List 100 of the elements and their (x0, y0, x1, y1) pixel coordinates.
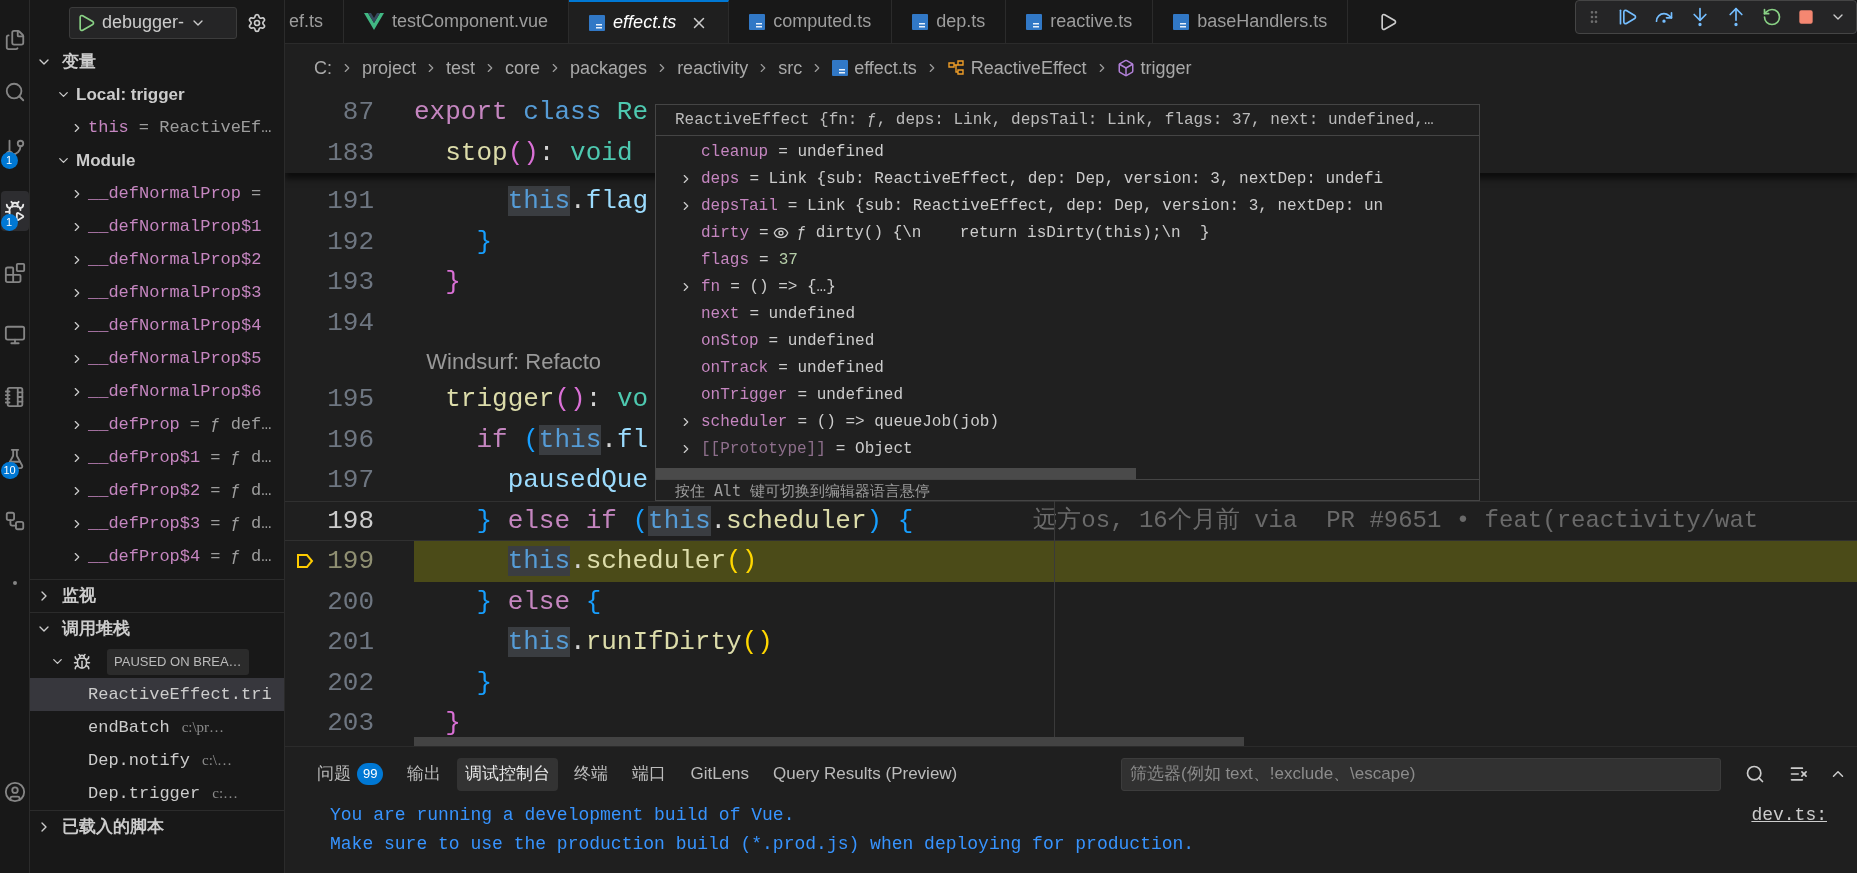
breadcrumb-item[interactable]: reactivity (677, 54, 749, 82)
stack-frame[interactable]: Dep.notify c:\… (30, 744, 284, 777)
count-badge: 1 (0, 214, 18, 231)
file-type-icon (1173, 13, 1190, 30)
variable-name: __defProp$1 (88, 446, 201, 469)
breadcrumb-item[interactable]: test (446, 54, 476, 82)
launch-config-label: debugger- (102, 11, 185, 34)
hover-property-row[interactable]: onTrigger = undefined (656, 381, 1479, 408)
panel-tab[interactable]: 输出 (399, 757, 450, 791)
variable-row[interactable]: __defNormalProp$2 (30, 243, 284, 276)
code-line: this.scheduler() (506, 545, 758, 579)
activity-item[interactable]: 10 (0, 439, 29, 479)
scope-row[interactable]: Module (30, 144, 284, 177)
breadcrumb-item[interactable]: packages (570, 54, 648, 82)
variable-row[interactable]: __defNormalProp$5 (30, 342, 284, 375)
property-value: = Link {sub: ReactiveEffect, dep: Dep, version: 3, nextDep: undefi (749, 168, 1384, 190)
hover-scrollbar[interactable] (656, 468, 1136, 479)
section-header[interactable]: 变量 (30, 45, 284, 78)
editor-tab[interactable]: dep.ts (892, 0, 1007, 43)
hover-property-row[interactable]: deps = Link {sub: ReactiveEffect, dep: Dep, version: 3, nextDep: undefi (656, 165, 1479, 192)
breadcrumb-item[interactable]: C: (314, 54, 332, 82)
variable-row[interactable]: __defProp$1 = ƒ d… (30, 441, 284, 474)
scope-row[interactable]: Local: trigger (30, 78, 284, 111)
property-value: = undefined (749, 303, 856, 325)
variable-row[interactable]: __defNormalProp = (30, 177, 284, 210)
variable-row[interactable]: __defProp$3 = ƒ d… (30, 507, 284, 540)
files-icon (3, 29, 26, 51)
launch-config-dropdown[interactable]: debugger- (69, 6, 237, 39)
frame-path: c:\… (202, 751, 233, 771)
step-out-icon[interactable] (1726, 7, 1746, 27)
hover-property-row[interactable]: onStop = undefined (656, 327, 1479, 354)
line-number: 199 (327, 545, 374, 579)
panel-tab[interactable]: 端口 (624, 757, 675, 791)
horizontal-scrollbar[interactable] (414, 737, 1244, 746)
breadcrumb-item[interactable]: trigger (1116, 54, 1192, 82)
breadcrumb-item[interactable]: effect.ts (832, 54, 917, 82)
editor-tab[interactable]: reactive.ts (1006, 0, 1154, 43)
hover-property-row[interactable]: cleanup = undefined (656, 138, 1479, 165)
thread-row[interactable]: PAUSED ON BREA… (30, 645, 284, 678)
panel-tab[interactable]: 终端 (566, 757, 617, 791)
settings-icon[interactable] (247, 12, 267, 33)
frame-name: Dep.notify (88, 749, 191, 772)
variable-row[interactable]: this = ReactiveEf… (30, 111, 284, 144)
hover-property-row[interactable]: next = undefined (656, 300, 1479, 327)
editor-tab[interactable]: effect.ts (569, 0, 730, 43)
panel-tab[interactable]: GitLens (682, 757, 758, 791)
section-header[interactable]: 监视 (30, 579, 284, 612)
line-number: 183 (327, 136, 374, 170)
hover-property-row[interactable]: flags = 37 (656, 246, 1479, 273)
property-name: [[Prototype]] (701, 438, 826, 460)
breadcrumb-item[interactable]: ReactiveEffect (946, 54, 1087, 82)
stack-frame[interactable]: endBatch c:\pr… (30, 711, 284, 744)
variable-row[interactable]: __defProp$2 = ƒ d… (30, 474, 284, 507)
property-name: onTrack (701, 357, 769, 379)
property-value: = () => {…} (730, 276, 836, 298)
notebook-icon (3, 386, 26, 408)
activity-item[interactable]: 1 (0, 191, 29, 231)
blame-annotation: 远方os, 16个月前 via PR #9651 • feat(reactivity/wat (1033, 505, 1759, 536)
variable-row[interactable]: __defNormalProp$6 (30, 375, 284, 408)
restart-icon[interactable] (1762, 7, 1782, 27)
breadcrumb-item[interactable]: src (778, 54, 803, 82)
panel-tab[interactable]: 调试控制台 (457, 757, 559, 791)
clear-list-icon[interactable] (1789, 764, 1809, 784)
variable-row[interactable]: __defProp = ƒ def… (30, 408, 284, 441)
codelens-text[interactable]: Windsurf: Refacto (426, 344, 602, 378)
source-link[interactable]: dev.ts: (1751, 802, 1827, 829)
variable-name: __defProp (88, 413, 180, 436)
editor-tab[interactable]: computed.ts (729, 0, 893, 43)
filter-field[interactable]: 筛选器(例如 text、!exclude、\escape) (1121, 757, 1721, 791)
variable-row[interactable]: __defNormalProp$4 (30, 309, 284, 342)
stop-icon[interactable] (1798, 9, 1814, 25)
stack-frame[interactable]: Dep.trigger c:… (30, 777, 284, 810)
code-line: trigger(): vo (444, 383, 649, 417)
scope-label: Module (76, 149, 136, 172)
breadcrumb-item[interactable]: core (505, 54, 541, 82)
section-header[interactable]: 调用堆栈 (30, 612, 284, 645)
run-icon[interactable] (1378, 11, 1399, 32)
variable-row[interactable]: __defNormalProp$1 (30, 210, 284, 243)
section-header[interactable]: 已载入的脚本 (30, 810, 284, 843)
variable-row[interactable]: __defNormalProp$3 (30, 276, 284, 309)
continue-icon[interactable] (1618, 7, 1638, 27)
hover-property-row[interactable]: [[Prototype]] = Object (656, 435, 1479, 462)
file-type-icon (364, 13, 384, 30)
hover-property-row[interactable]: depsTail = Link {sub: ReactiveEffect, dep: Dep, version: 3, nextDep: un (656, 192, 1479, 219)
hover-property-row[interactable]: dirty = ƒ dirty() {\n return isDirty(this);\n } (656, 219, 1479, 246)
search-icon[interactable] (1745, 764, 1765, 784)
hover-property-row[interactable]: scheduler = () => queueJob(job) (656, 408, 1479, 435)
variable-row[interactable]: __defProp$4 = ƒ d… (30, 540, 284, 573)
line-number: 200 (327, 585, 374, 619)
hover-property-row[interactable]: onTrack = undefined (656, 354, 1479, 381)
breadcrumb-item[interactable]: project (362, 54, 417, 82)
panel-tab[interactable]: 问题 99 (309, 757, 392, 791)
step-into-icon[interactable] (1690, 7, 1710, 27)
editor-tab[interactable]: ef.ts (285, 0, 344, 43)
activity-item[interactable]: 1 (0, 129, 29, 169)
search-icon (3, 81, 26, 103)
hover-property-row[interactable]: fn = () => {…} (656, 273, 1479, 300)
stack-frame[interactable]: ReactiveEffect.tri (30, 678, 284, 711)
editor-tab[interactable]: baseHandlers.ts (1153, 0, 1349, 43)
panel-tab[interactable]: Query Results (Preview) (765, 757, 966, 791)
